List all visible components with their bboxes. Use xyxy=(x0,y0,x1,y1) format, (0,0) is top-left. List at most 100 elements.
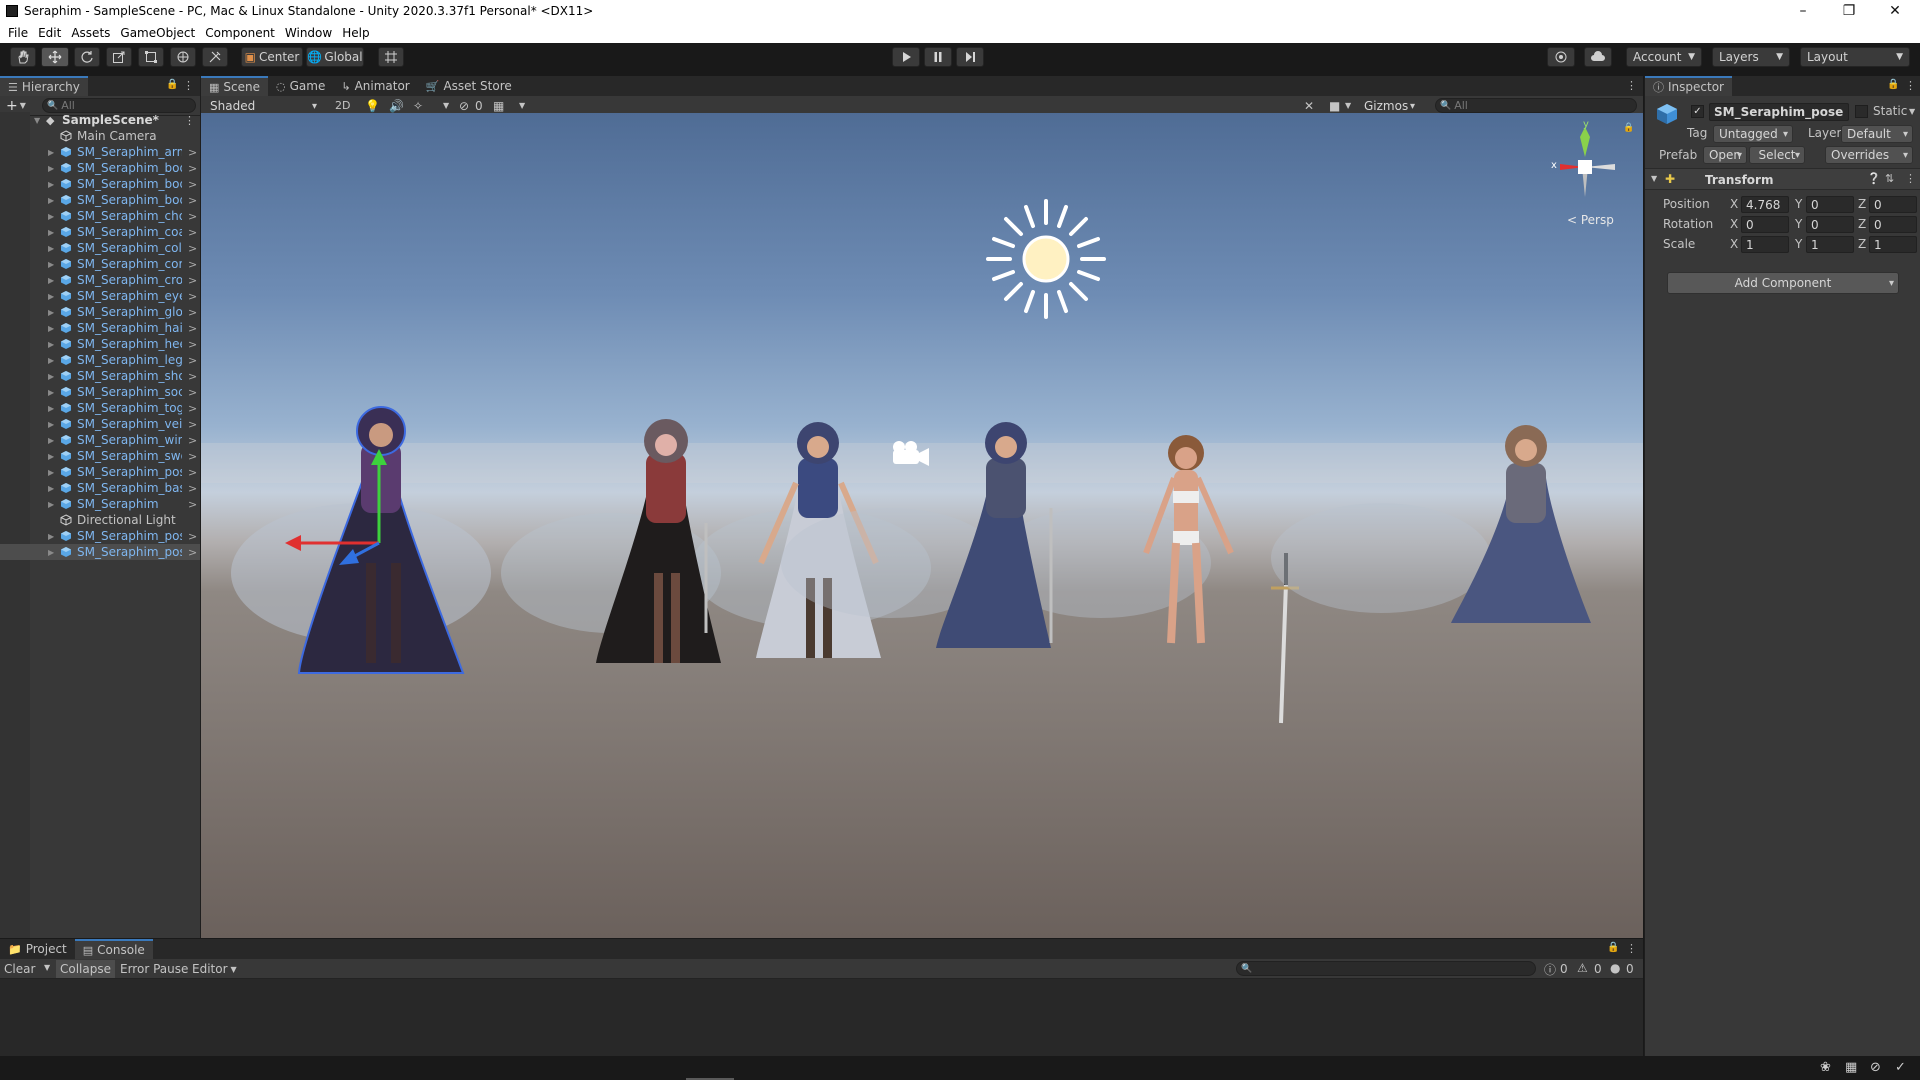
expand-arrow-icon[interactable]: ▶ xyxy=(48,356,54,365)
log-count-icon[interactable]: ⓘ xyxy=(1544,961,1556,978)
open-prefab-chevron-icon[interactable]: > xyxy=(188,434,197,447)
open-prefab-chevron-icon[interactable]: > xyxy=(188,194,197,207)
tab-hierarchy[interactable]: ☰ Hierarchy xyxy=(0,76,88,96)
expand-arrow-icon[interactable]: ▶ xyxy=(48,292,54,301)
open-prefab-chevron-icon[interactable]: > xyxy=(188,450,197,463)
hierarchy-item[interactable]: ▶ SM_Seraphim_legE > xyxy=(0,352,200,368)
2d-toggle[interactable]: 2D xyxy=(335,99,350,112)
network-icon[interactable]: ⊘ xyxy=(1870,1060,1881,1075)
open-prefab-chevron-icon[interactable]: > xyxy=(188,226,197,239)
chevron-down-icon[interactable]: ▼ xyxy=(44,963,50,972)
debug-icon[interactable]: ❀ xyxy=(1820,1060,1831,1075)
preset-icon[interactable]: ⇅ xyxy=(1885,172,1894,185)
tab-scene[interactable]: ▦ Scene xyxy=(201,76,268,96)
check-icon[interactable]: ✓ xyxy=(1895,1060,1906,1075)
hierarchy-item[interactable]: ▶ SM_Seraphim_sock > xyxy=(0,384,200,400)
expand-arrow-icon[interactable]: ▶ xyxy=(48,548,54,557)
hierarchy-item[interactable]: ▶ SM_Seraphim_bod > xyxy=(0,160,200,176)
menu-assets[interactable]: Assets xyxy=(66,26,115,40)
open-prefab-chevron-icon[interactable]: > xyxy=(188,386,197,399)
open-prefab-chevron-icon[interactable]: > xyxy=(188,338,197,351)
menu-edit[interactable]: Edit xyxy=(33,26,66,40)
open-prefab-chevron-icon[interactable]: > xyxy=(188,370,197,383)
hierarchy-search-input[interactable]: 🔍 All xyxy=(42,98,196,113)
grid-toggle-icon[interactable]: ▦ xyxy=(493,99,504,113)
open-prefab-chevron-icon[interactable]: > xyxy=(188,146,197,159)
open-prefab-chevron-icon[interactable]: > xyxy=(188,178,197,191)
hierarchy-item[interactable]: ▶ SM_Seraphim_colla > xyxy=(0,240,200,256)
error-pause-toggle[interactable]: Error Pause xyxy=(116,960,192,978)
hierarchy-item[interactable]: ▶ SM_Seraphim_veil > xyxy=(0,416,200,432)
static-label[interactable]: Static xyxy=(1873,104,1907,118)
error-icon[interactable]: ● xyxy=(1610,961,1620,975)
hierarchy-item[interactable]: ▶ SM_Seraphim_heel > xyxy=(0,336,200,352)
tab-project[interactable]: 📁 Project xyxy=(0,939,75,959)
lock-icon[interactable]: 🔒 xyxy=(1623,123,1634,133)
menu-help[interactable]: Help xyxy=(337,26,374,40)
scale-tool-icon[interactable] xyxy=(106,47,132,67)
chevron-down-icon[interactable]: ▼ xyxy=(20,101,26,110)
tab-console[interactable]: ▤ Console xyxy=(74,939,153,959)
expand-arrow-icon[interactable]: ▶ xyxy=(48,340,54,349)
open-prefab-chevron-icon[interactable]: > xyxy=(188,306,197,319)
more-icon[interactable]: ⋮ xyxy=(1626,79,1637,92)
hierarchy-item[interactable]: ▶ SM_Seraphim_pose > xyxy=(0,528,200,544)
cache-icon[interactable]: ▦ xyxy=(1845,1060,1857,1075)
expand-arrow-icon[interactable]: ▶ xyxy=(48,276,54,285)
hierarchy-item[interactable]: ▶ SM_Seraphim_pose > xyxy=(0,544,200,560)
directional-light-gizmo[interactable] xyxy=(986,199,1106,319)
cloud-icon[interactable] xyxy=(1584,47,1612,67)
transform-tool-icon[interactable] xyxy=(170,47,196,67)
scene-search-input[interactable]: 🔍 All xyxy=(1435,98,1637,113)
help-icon[interactable]: ❔ xyxy=(1867,172,1881,185)
hierarchy-item[interactable]: ▶ SM_Seraphim_glov > xyxy=(0,304,200,320)
custom-tool-icon[interactable] xyxy=(202,47,228,67)
prefab-open-button[interactable]: Open xyxy=(1703,146,1747,164)
transform-header[interactable]: ▼ ✚ Transform ❔ ⇅ ⋮ xyxy=(1645,168,1920,190)
perspective-label[interactable]: < Persp xyxy=(1567,213,1614,227)
rect-tool-icon[interactable] xyxy=(138,47,164,67)
hierarchy-item[interactable]: ▶ SM_Seraphim_base > xyxy=(0,480,200,496)
expand-arrow-icon[interactable]: ▶ xyxy=(48,212,54,221)
add-component-button[interactable]: Add Component xyxy=(1667,272,1899,294)
step-button[interactable] xyxy=(956,47,984,67)
collab-icon[interactable] xyxy=(1547,47,1575,67)
hierarchy-item[interactable]: ▶ SM_Seraphim_arm > xyxy=(0,144,200,160)
expand-arrow-icon[interactable]: ▶ xyxy=(48,164,54,173)
expand-arrow-icon[interactable]: ▶ xyxy=(48,500,54,509)
open-prefab-chevron-icon[interactable]: > xyxy=(188,482,197,495)
menu-file[interactable]: File xyxy=(3,26,33,40)
hierarchy-item[interactable]: ▶ SM_Seraphim_coat > xyxy=(0,224,200,240)
collapse-toggle[interactable]: Collapse xyxy=(56,960,115,978)
hand-tool-icon[interactable] xyxy=(10,47,36,67)
editor-dropdown[interactable]: Editor ▼ xyxy=(188,960,241,978)
chevron-down-icon[interactable]: ▼ xyxy=(1909,107,1915,116)
chevron-down-icon[interactable]: ▼ xyxy=(519,101,525,110)
hierarchy-item[interactable]: Directional Light xyxy=(0,512,200,528)
more-icon[interactable]: ⋮ xyxy=(1905,79,1916,92)
position-z-field[interactable]: 0 xyxy=(1869,196,1917,213)
close-icon[interactable]: ✕ xyxy=(1872,0,1918,22)
position-y-field[interactable]: 0 xyxy=(1806,196,1854,213)
expand-arrow-icon[interactable]: ▶ xyxy=(48,372,54,381)
expand-arrow-icon[interactable]: ▶ xyxy=(48,484,54,493)
expand-arrow-icon[interactable]: ▶ xyxy=(48,260,54,269)
more-icon[interactable]: ⋮ xyxy=(1626,942,1637,955)
more-icon[interactable]: ⋮ xyxy=(183,79,194,92)
pivot-center-button[interactable]: ▣ Center xyxy=(241,47,303,67)
chevron-down-icon[interactable]: ▼ xyxy=(443,101,449,110)
expand-arrow-icon[interactable]: ▶ xyxy=(48,468,54,477)
open-prefab-chevron-icon[interactable]: > xyxy=(188,498,197,511)
open-prefab-chevron-icon[interactable]: > xyxy=(188,354,197,367)
scene-viewport[interactable]: y x 🔒 < Persp xyxy=(201,113,1643,938)
expand-arrow-icon[interactable]: ▶ xyxy=(48,420,54,429)
foldout-arrow-icon[interactable]: ▼ xyxy=(1651,174,1657,183)
hierarchy-item[interactable]: ▶ SM_Seraphim_hair > xyxy=(0,320,200,336)
play-button[interactable] xyxy=(892,47,920,67)
tab-inspector[interactable]: ⓘ Inspector xyxy=(1645,76,1732,96)
expand-arrow-icon[interactable]: ▶ xyxy=(48,404,54,413)
hierarchy-item[interactable]: ▶ SM_Seraphim > xyxy=(0,496,200,512)
rotation-x-field[interactable]: 0 xyxy=(1741,216,1789,233)
scene-row[interactable]: ▼ ◆ SampleScene* ⋮ xyxy=(0,112,200,128)
open-prefab-chevron-icon[interactable]: > xyxy=(188,322,197,335)
